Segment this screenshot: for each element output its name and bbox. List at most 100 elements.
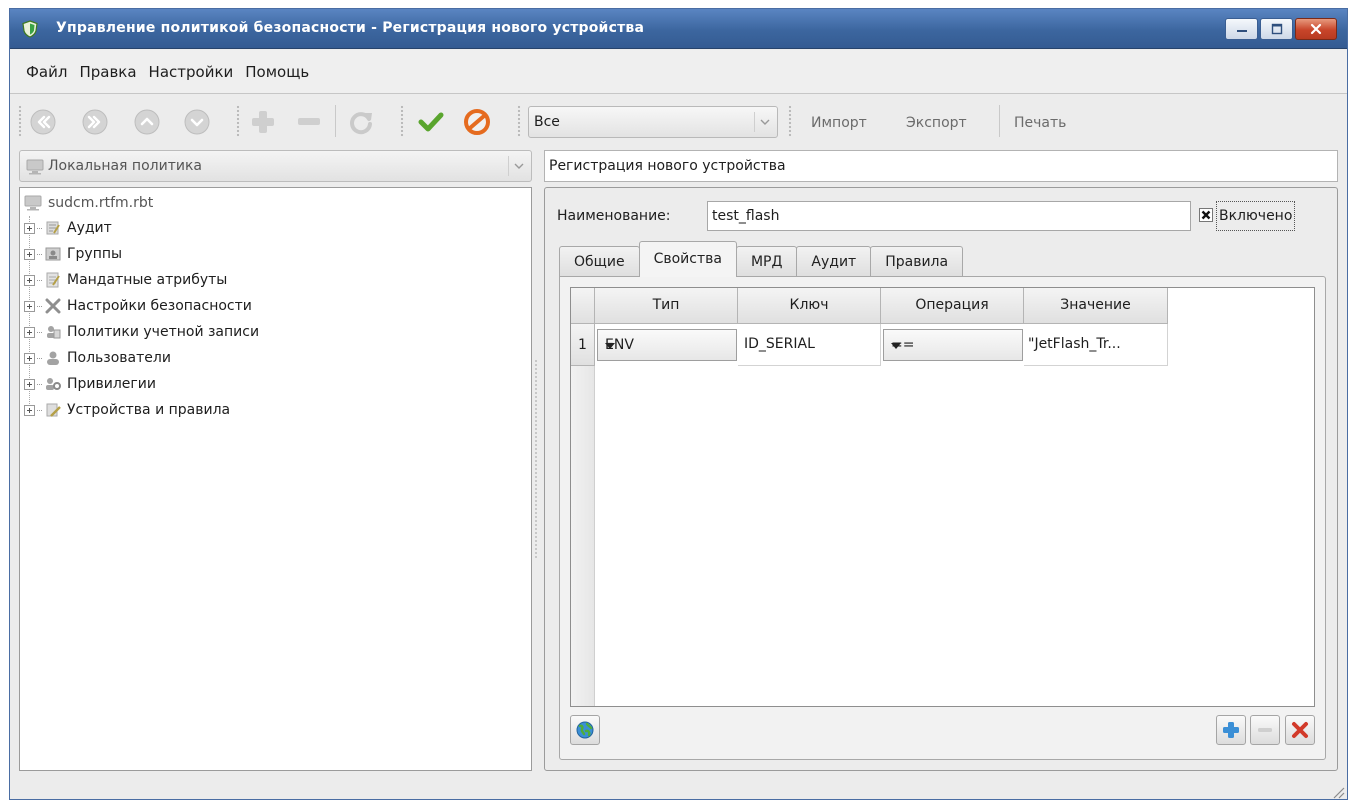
menu-settings[interactable]: Настройки (143, 63, 240, 81)
toolbar-grip[interactable] (400, 105, 404, 137)
tree-item-label: Политики учетной записи (67, 324, 260, 340)
tab-properties[interactable]: Свойства (638, 241, 737, 277)
value-cell[interactable]: "JetFlash_Tr... (1024, 324, 1168, 366)
account-policies-icon (47, 326, 61, 339)
policy-tree[interactable]: sudcm.rtfm.rbt Аудит Группы Мандатные ат… (19, 187, 532, 771)
devices-rules-icon (46, 403, 61, 417)
properties-table[interactable]: Тип Ключ Операция Значение 1 ENV ID_SERI… (570, 287, 1315, 707)
down-icon[interactable] (182, 107, 212, 137)
shield-icon (22, 20, 38, 38)
enabled-checkbox[interactable] (1199, 208, 1213, 222)
globe-button[interactable] (570, 715, 600, 745)
tree-item-devices-rules[interactable]: Устройства и правила (24, 400, 230, 420)
title-bar[interactable]: Управление политикой безопасности - Реги… (10, 9, 1347, 49)
remove-icon[interactable] (294, 107, 324, 137)
remove-row-button[interactable] (1250, 715, 1280, 745)
tree-item-groups[interactable]: Группы (24, 244, 122, 264)
add-icon[interactable] (248, 107, 278, 137)
chevron-down-icon[interactable] (754, 112, 774, 132)
window-title: Управление политикой безопасности - Реги… (56, 20, 645, 36)
toolbar-grip[interactable] (18, 105, 22, 137)
expand-icon[interactable] (24, 274, 35, 286)
first-icon[interactable] (28, 107, 58, 137)
expand-icon[interactable] (24, 404, 35, 416)
maximize-icon (1271, 23, 1282, 35)
menu-bar: Файл Правка Настройки Помощь (10, 50, 1347, 94)
tree-root-label: sudcm.rtfm.rbt (48, 195, 154, 211)
apply-icon[interactable] (416, 107, 446, 137)
chevron-down-icon[interactable] (508, 156, 528, 176)
column-header-value[interactable]: Значение (1024, 288, 1168, 324)
column-header-key[interactable]: Ключ (738, 288, 881, 324)
expand-icon[interactable] (24, 222, 35, 234)
menu-edit[interactable]: Правка (73, 63, 142, 81)
tree-item-users[interactable]: Пользователи (24, 348, 171, 368)
resize-grip-icon[interactable] (1331, 785, 1345, 799)
check-x-icon (1201, 210, 1211, 220)
toolbar-grip[interactable] (236, 105, 240, 137)
dropdown-arrow-icon (605, 343, 615, 349)
last-icon[interactable] (80, 107, 110, 137)
tab-mrd[interactable]: МРД (735, 246, 798, 277)
table-corner[interactable] (571, 288, 595, 324)
tree-item-label: Пользователи (67, 350, 171, 366)
tab-general[interactable]: Общие (559, 246, 640, 277)
main-window: Управление политикой безопасности - Реги… (9, 8, 1348, 800)
expand-icon[interactable] (24, 248, 35, 260)
name-input[interactable]: test_flash (707, 201, 1191, 231)
toolbar-grip[interactable] (788, 105, 792, 137)
operation-select[interactable]: == (883, 329, 1023, 361)
import-button[interactable]: Импорт (811, 115, 867, 131)
expand-icon[interactable] (24, 300, 35, 312)
refresh-icon[interactable] (346, 107, 376, 137)
up-icon[interactable] (132, 107, 162, 137)
tree-item-label: Привилегии (67, 376, 156, 392)
computer-icon (26, 159, 44, 175)
print-button[interactable]: Печать (1014, 115, 1066, 131)
tree-item-label: Мандатные атрибуты (67, 272, 228, 288)
tree-item-account-policies[interactable]: Политики учетной записи (24, 322, 259, 342)
tree-item-label: Устройства и правила (67, 402, 231, 418)
menu-file[interactable]: Файл (20, 63, 73, 81)
security-settings-icon (45, 298, 61, 314)
toolbar-separator (335, 105, 336, 137)
name-label: Наименование: (557, 208, 671, 224)
name-input-value: test_flash (712, 208, 780, 224)
pane-splitter[interactable] (535, 359, 537, 559)
status-bar (10, 779, 1347, 799)
mandatory-attributes-icon (46, 272, 60, 288)
tree-root[interactable]: sudcm.rtfm.rbt (24, 195, 153, 211)
tree-item-privileges[interactable]: Привилегии (24, 374, 156, 394)
row-header[interactable]: 1 (571, 324, 595, 366)
tree-item-security-settings[interactable]: Настройки безопасности (24, 296, 252, 316)
minimize-button[interactable] (1225, 18, 1258, 40)
tree-item-mandatory-attributes[interactable]: Мандатные атрибуты (24, 270, 227, 290)
type-select[interactable]: ENV (597, 329, 737, 361)
add-row-button[interactable] (1216, 715, 1246, 745)
cancel-icon[interactable] (462, 107, 492, 137)
policy-combo-value: Локальная политика (48, 158, 202, 174)
policy-combo[interactable]: Локальная политика (19, 150, 532, 182)
menu-help[interactable]: Помощь (239, 63, 315, 81)
minus-icon (1258, 728, 1272, 732)
tree-item-audit[interactable]: Аудит (24, 218, 112, 238)
delete-row-button[interactable] (1285, 715, 1315, 745)
expand-icon[interactable] (24, 352, 35, 364)
filter-combo[interactable]: Все (528, 106, 778, 138)
tab-bar: Общие Свойства МРД Аудит Правила (559, 241, 964, 277)
expand-icon[interactable] (24, 378, 35, 390)
tab-audit[interactable]: Аудит (796, 246, 872, 277)
key-cell[interactable]: ID_SERIAL (738, 324, 881, 366)
tab-rules[interactable]: Правила (870, 246, 964, 277)
close-button[interactable] (1295, 18, 1337, 40)
maximize-button[interactable] (1260, 18, 1293, 40)
row-header-area (571, 366, 595, 706)
toolbar-grip[interactable] (517, 105, 521, 137)
enabled-label[interactable]: Включено (1216, 201, 1296, 231)
column-header-type[interactable]: Тип (595, 288, 738, 324)
export-button[interactable]: Экспорт (906, 115, 967, 131)
users-icon (47, 351, 59, 365)
column-header-operation[interactable]: Операция (881, 288, 1024, 324)
filter-value: Все (534, 114, 560, 130)
expand-icon[interactable] (24, 326, 35, 338)
